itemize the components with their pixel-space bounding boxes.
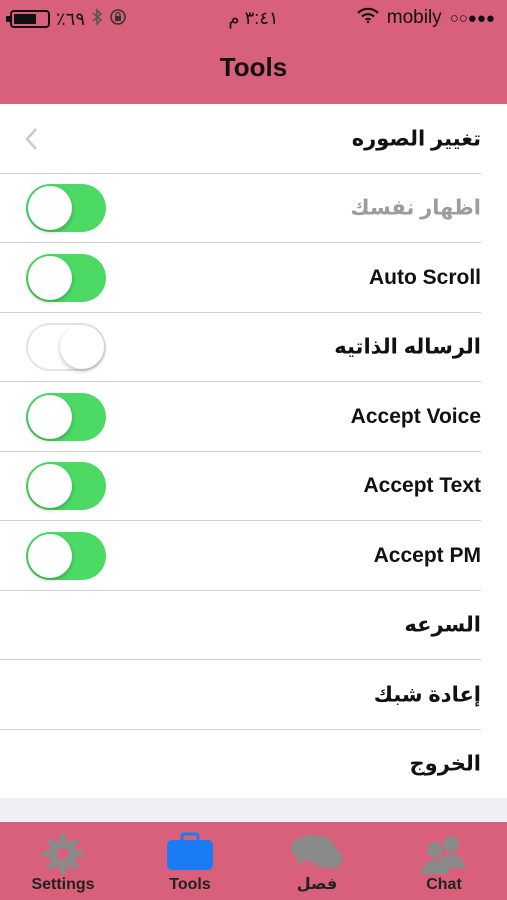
tab-disconnect[interactable]: فصل <box>254 822 380 900</box>
tab-label: Settings <box>31 876 95 893</box>
tab-label: فصل <box>296 876 338 893</box>
row-label: الرساله الذاتيه <box>334 335 481 359</box>
row-show-yourself: اظهار نفسك <box>0 174 507 243</box>
page-title: Tools <box>219 52 288 82</box>
speech-bubbles-icon <box>291 835 343 872</box>
row-label: Accept PM <box>373 543 481 567</box>
settings-list: تغيير الصوره اظهار نفسك Auto Scroll الرس… <box>0 104 507 799</box>
top-bar: ٪٦٩ ٣:٤١ م mobily ○○●●● Tools <box>0 0 507 104</box>
tab-tools[interactable]: Tools <box>127 822 253 900</box>
row-auto-scroll: Auto Scroll <box>0 243 507 313</box>
users-icon <box>421 836 465 874</box>
wifi-icon <box>356 7 379 29</box>
row-logout[interactable]: الخروج <box>0 730 507 800</box>
row-accept-text: Accept Text <box>0 452 507 521</box>
row-label: اظهار نفسك <box>350 196 481 220</box>
carrier-name: mobily <box>386 7 442 28</box>
auto-message-toggle[interactable] <box>26 323 106 372</box>
status-bar: ٪٦٩ ٣:٤١ م mobily ○○●●● <box>0 0 507 38</box>
row-change-photo[interactable]: تغيير الصوره <box>0 104 507 174</box>
row-speed[interactable]: السرعه <box>0 591 507 660</box>
status-right: mobily ○○●●● <box>356 7 495 29</box>
accept-pm-toggle[interactable] <box>26 531 106 580</box>
row-label: السرعه <box>404 613 481 637</box>
auto-scroll-toggle[interactable] <box>26 253 106 302</box>
show-yourself-toggle[interactable] <box>26 184 106 233</box>
row-label: Auto Scroll <box>368 265 481 289</box>
tab-label: Chat <box>426 876 462 893</box>
list-footer-spacer <box>0 798 507 822</box>
gear-icon <box>43 834 83 874</box>
row-reconnect[interactable]: إعادة شبك <box>0 660 507 730</box>
signal-strength-icon: ○○●●● <box>449 9 495 27</box>
row-label: Accept Text <box>363 474 481 498</box>
row-label: تغيير الصوره <box>351 127 481 151</box>
row-label: Accept Voice <box>350 404 481 428</box>
row-accept-pm: Accept PM <box>0 521 507 591</box>
toolbox-icon <box>167 832 213 870</box>
row-label: إعادة شبك <box>373 683 481 707</box>
accept-voice-toggle[interactable] <box>26 392 106 441</box>
tab-settings[interactable]: Settings <box>0 822 126 900</box>
row-accept-voice: Accept Voice <box>0 382 507 452</box>
row-auto-message: الرساله الذاتيه <box>0 313 507 382</box>
tools-screen: ٪٦٩ ٣:٤١ م mobily ○○●●● Tools تغيير الصو… <box>0 0 507 900</box>
tab-label: Tools <box>169 876 211 893</box>
accept-text-toggle[interactable] <box>26 462 106 511</box>
tab-bar: Settings Tools فصل Chat <box>0 822 507 900</box>
row-label: الخروج <box>409 752 481 776</box>
chevron-left-icon <box>25 127 37 150</box>
tab-chat[interactable]: Chat <box>381 822 507 900</box>
